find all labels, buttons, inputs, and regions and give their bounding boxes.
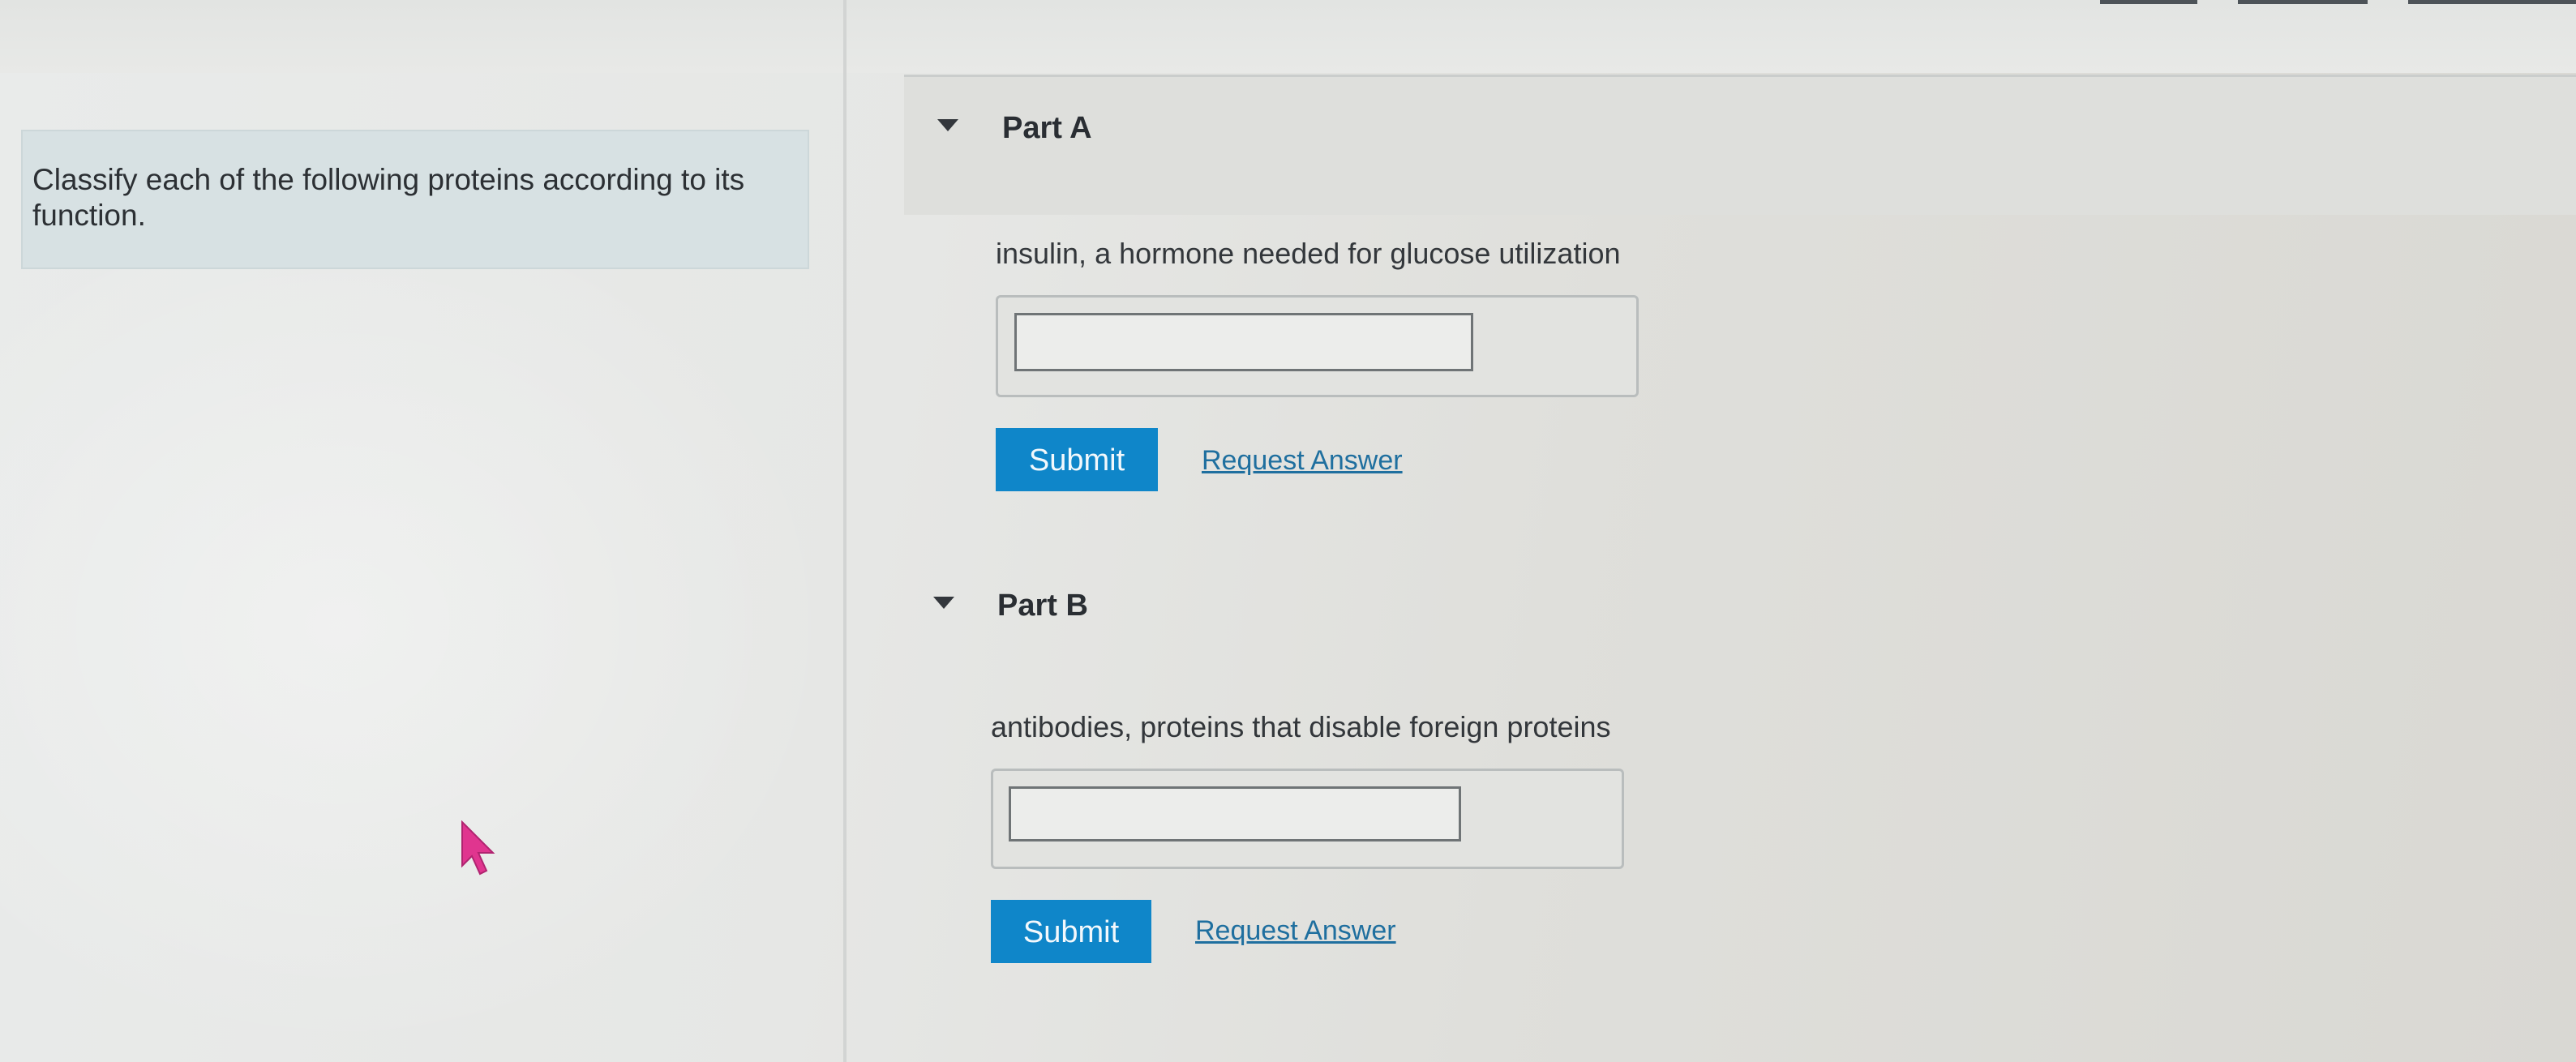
top-bar — [0, 0, 2576, 73]
caret-down-icon[interactable] — [933, 597, 954, 609]
top-bar-rule — [2238, 0, 2368, 4]
screen-glare — [0, 268, 843, 1062]
part-a-question: insulin, a hormone needed for glucose ut… — [996, 237, 1621, 270]
top-bar-rule — [2408, 0, 2576, 4]
part-a-title[interactable]: Part A — [1002, 111, 1092, 146]
part-a-submit-button[interactable]: Submit — [996, 428, 1158, 491]
column-divider — [843, 0, 847, 1062]
part-a-request-answer-link[interactable]: Request Answer — [1202, 445, 1403, 477]
mouse-cursor-icon — [461, 820, 495, 876]
caret-down-icon[interactable] — [937, 119, 958, 131]
part-b-submit-button[interactable]: Submit — [991, 900, 1151, 963]
part-b-question: antibodies, proteins that disable foreig… — [991, 710, 1611, 743]
part-a-answer-input[interactable] — [1014, 313, 1473, 371]
instruction-text: Classify each of the following proteins … — [32, 163, 745, 232]
top-bar-rule — [2100, 0, 2197, 4]
part-b-answer-input[interactable] — [1009, 786, 1461, 841]
part-b-request-answer-link[interactable]: Request Answer — [1195, 915, 1396, 947]
part-a-header — [904, 75, 2576, 215]
part-b-title[interactable]: Part B — [997, 589, 1088, 623]
